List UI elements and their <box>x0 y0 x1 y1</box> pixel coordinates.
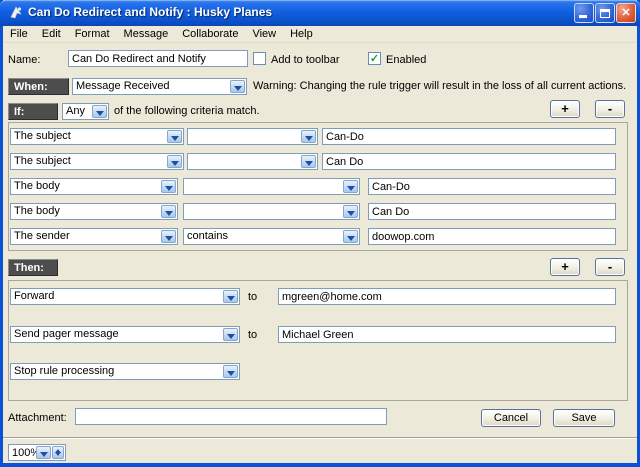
remove-action-button[interactable]: - <box>595 258 625 276</box>
if-suffix-text: of the following criteria match. <box>114 105 260 117</box>
enabled-label: Enabled <box>386 54 426 66</box>
criterion-value-input[interactable] <box>322 153 616 170</box>
criterion-value-input[interactable] <box>368 203 616 220</box>
criterion-value-input[interactable] <box>368 228 616 245</box>
action-target-input[interactable] <box>278 288 616 305</box>
action-select[interactable]: Stop rule processing <box>10 363 240 380</box>
chevron-down-icon <box>301 130 316 143</box>
add-criterion-button[interactable]: + <box>550 100 580 118</box>
chevron-down-icon <box>223 290 238 303</box>
remove-criterion-button[interactable]: - <box>595 100 625 118</box>
close-icon: ✕ <box>621 7 630 19</box>
chevron-down-icon <box>92 105 107 118</box>
chevron-down-icon <box>223 328 238 341</box>
criterion-operator-select[interactable] <box>187 153 318 170</box>
action-select[interactable]: Forward <box>10 288 240 305</box>
chevron-down-icon <box>343 205 358 218</box>
chevron-down-icon <box>161 205 176 218</box>
menu-message[interactable]: Message <box>117 27 176 41</box>
chevron-down-icon <box>301 155 316 168</box>
attachment-label: Attachment: <box>8 412 67 424</box>
add-to-toolbar-checkbox[interactable] <box>253 52 266 65</box>
when-trigger-select[interactable]: Message Received <box>72 78 247 95</box>
maximize-button[interactable] <box>595 3 615 23</box>
window-title: Can Do Redirect and Notify : Husky Plane… <box>28 5 272 19</box>
then-section-label: Then: <box>8 259 58 276</box>
menu-collaborate[interactable]: Collaborate <box>175 27 245 41</box>
criterion-operator-select[interactable] <box>183 203 360 220</box>
zoom-level-select[interactable]: 100% <box>8 444 66 461</box>
add-to-toolbar-label: Add to toolbar <box>271 54 340 66</box>
menu-bar: File Edit Format Message Collaborate Vie… <box>3 26 637 43</box>
criterion-field-select[interactable]: The subject <box>10 153 184 170</box>
enabled-checkbox[interactable]: ✓ <box>368 52 381 65</box>
chevron-down-icon <box>167 155 182 168</box>
if-match-select[interactable]: Any <box>62 103 109 120</box>
chevron-down-icon <box>36 446 51 459</box>
criterion-field-select[interactable]: The sender <box>10 228 178 245</box>
cancel-button[interactable]: Cancel <box>481 409 541 427</box>
save-button[interactable]: Save <box>553 409 615 427</box>
menu-edit[interactable]: Edit <box>35 27 68 41</box>
add-action-button[interactable]: + <box>550 258 580 276</box>
chevron-down-icon <box>161 180 176 193</box>
maximize-icon <box>600 9 610 18</box>
menu-view[interactable]: View <box>245 27 283 41</box>
chevron-down-icon <box>223 365 238 378</box>
when-section-label: When: <box>8 78 69 95</box>
criterion-field-select[interactable]: The body <box>10 203 178 220</box>
action-connector-label: to <box>248 329 257 341</box>
titlebar: Can Do Redirect and Notify : Husky Plane… <box>0 0 640 26</box>
status-bar: 100% <box>3 439 637 463</box>
minimize-button[interactable] <box>574 3 594 23</box>
attachment-input[interactable] <box>75 408 387 425</box>
zoom-spinner[interactable] <box>52 446 64 459</box>
chevron-down-icon <box>343 230 358 243</box>
criterion-operator-select[interactable] <box>187 128 318 145</box>
chevron-down-icon <box>230 80 245 93</box>
criterion-value-input[interactable] <box>322 128 616 145</box>
name-label: Name: <box>8 54 40 66</box>
app-icon <box>8 5 24 21</box>
menu-format[interactable]: Format <box>68 27 117 41</box>
menu-help[interactable]: Help <box>283 27 320 41</box>
chevron-down-icon <box>167 130 182 143</box>
action-target-input[interactable] <box>278 326 616 343</box>
minimize-icon <box>579 15 587 18</box>
close-button[interactable]: ✕ <box>616 3 636 23</box>
criterion-field-select[interactable]: The subject <box>10 128 184 145</box>
rule-editor-window: Can Do Redirect and Notify : Husky Plane… <box>0 0 640 467</box>
when-warning-text: Warning: Changing the rule trigger will … <box>253 80 626 92</box>
if-section-label: If: <box>8 103 58 120</box>
criterion-field-select[interactable]: The body <box>10 178 178 195</box>
action-select[interactable]: Send pager message <box>10 326 240 343</box>
criterion-value-input[interactable] <box>368 178 616 195</box>
chevron-down-icon <box>161 230 176 243</box>
name-input[interactable] <box>68 50 248 67</box>
action-connector-label: to <box>248 291 257 303</box>
menu-file[interactable]: File <box>3 27 35 41</box>
criterion-operator-select[interactable]: contains <box>183 228 360 245</box>
chevron-down-icon <box>343 180 358 193</box>
criterion-operator-select[interactable] <box>183 178 360 195</box>
